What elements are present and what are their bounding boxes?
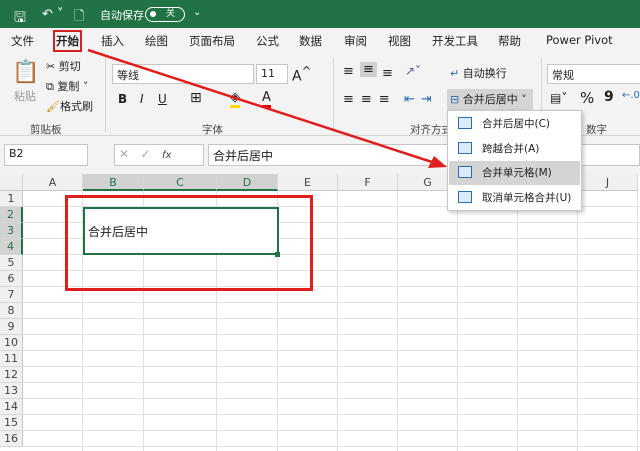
merge-dropdown-menu: 合并后居中(C) 跨越合并(A) 合并单元格(M) 取消单元格合并(U)	[447, 110, 582, 211]
merge-cells-icon	[458, 166, 472, 178]
menu-item-merge-cells[interactable]: 合并单元格(M)	[449, 161, 580, 185]
menu-item-label: 合并后居中(C)	[482, 118, 551, 130]
menu-item-merge-across[interactable]: 跨越合并(A)	[449, 137, 580, 161]
unmerge-cells-icon	[458, 191, 472, 203]
menu-item-label: 取消单元格合并(U)	[482, 192, 572, 204]
menu-item-label: 合并单元格(M)	[482, 167, 552, 179]
menu-item-unmerge-cells[interactable]: 取消单元格合并(U)	[449, 186, 580, 210]
merge-across-icon	[458, 142, 472, 154]
merge-center-icon	[458, 117, 472, 129]
menu-item-merge-center[interactable]: 合并后居中(C)	[449, 112, 580, 136]
annotation-arrow	[87, 48, 447, 168]
menu-item-label: 跨越合并(A)	[482, 143, 540, 155]
